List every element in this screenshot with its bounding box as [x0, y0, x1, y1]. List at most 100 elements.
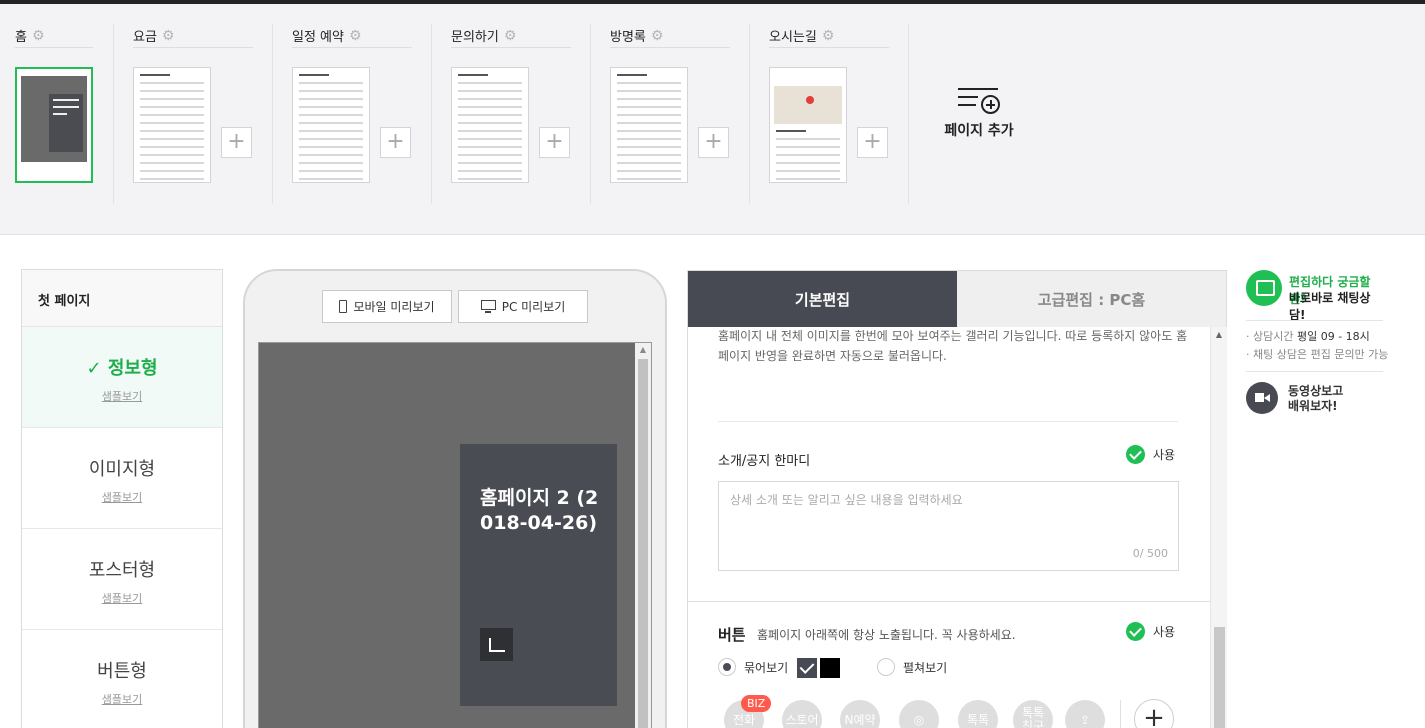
add-after-button[interactable]: +	[380, 127, 411, 158]
sample-link[interactable]: 샘플보기	[102, 489, 142, 505]
gear-icon[interactable]: ⚙	[822, 29, 836, 43]
page-thumbnail[interactable]	[769, 67, 847, 183]
biz-badge: BIZ	[741, 695, 772, 712]
monitor-icon	[480, 300, 496, 313]
intro-placeholder: 상세 소개 또는 알리고 싶은 내용을 입력하세요	[730, 493, 963, 507]
video-guide-link[interactable]: 동영상보고 배워보자!	[1288, 384, 1343, 414]
add-page-button[interactable]: 페이지 추가	[944, 88, 1014, 140]
talktalk-button[interactable]: 톡톡	[958, 700, 998, 728]
page-name: 일정 예약	[292, 30, 344, 45]
store-button[interactable]: 스토어	[782, 700, 822, 728]
page-card-reservation[interactable]: 일정 예약 ⚙ +	[292, 24, 412, 183]
hero-title: 홈페이지 2 (2018-04-26)	[480, 487, 599, 534]
video-camera-icon[interactable]	[1246, 382, 1278, 414]
button-section-title: 버튼	[718, 626, 746, 644]
color-swatch-black[interactable]	[820, 658, 840, 678]
editor-tabs: 기본편집 고급편집 : PC홈	[688, 271, 1226, 327]
check-circle-icon	[1126, 445, 1145, 464]
gear-icon[interactable]: ⚙	[349, 29, 363, 43]
gear-icon[interactable]: ⚙	[504, 29, 518, 43]
radio-grouped[interactable]: 묶어보기	[718, 658, 788, 676]
check-circle-icon	[1126, 622, 1145, 641]
phone-preview: 모바일 미리보기 PC 미리보기 홈페이지 2 (2018-04-26) ▲	[243, 269, 667, 728]
share-icon	[488, 637, 505, 652]
page-name: 문의하기	[451, 30, 499, 45]
add-button[interactable]: +	[1134, 699, 1174, 728]
page-thumbnail[interactable]	[451, 67, 529, 183]
sample-link[interactable]: 샘플보기	[102, 691, 142, 707]
divider	[272, 24, 273, 204]
page-name: 방명록	[610, 30, 646, 45]
page-thumbnail[interactable]	[15, 67, 93, 183]
page-name: 요금	[133, 30, 157, 45]
color-swatch-gray[interactable]	[797, 658, 817, 678]
divider	[908, 24, 909, 204]
n-reservation-button[interactable]: N예약	[840, 700, 880, 728]
button-use-toggle[interactable]: 사용	[1126, 622, 1175, 641]
phone-icon	[339, 300, 348, 313]
add-list-icon	[958, 88, 1000, 114]
location-pin-icon: ◎	[913, 712, 925, 727]
radio-expanded[interactable]: 펼쳐보기	[877, 658, 947, 676]
add-after-button[interactable]: +	[221, 127, 252, 158]
share-button[interactable]	[480, 628, 513, 661]
button-section-desc: 홈페이지 아래쪽에 항상 노출됩니다. 꼭 사용하세요.	[757, 628, 1016, 642]
page-thumbnail[interactable]	[610, 67, 688, 183]
panel-title: 첫 페이지	[22, 270, 222, 327]
intro-textarea[interactable]: 상세 소개 또는 알리고 싶은 내용을 입력하세요 0/ 500	[718, 481, 1179, 571]
divider	[1246, 320, 1383, 321]
page-thumbnail[interactable]	[292, 67, 370, 183]
tab-advanced-edit[interactable]: 고급편집 : PC홈	[957, 271, 1226, 327]
gear-icon[interactable]: ⚙	[651, 29, 665, 43]
page-name: 홈	[15, 30, 27, 45]
gear-icon[interactable]: ⚙	[162, 29, 176, 43]
gear-icon[interactable]: ⚙	[32, 29, 46, 43]
scroll-thumb[interactable]	[1214, 627, 1225, 728]
chat-icon[interactable]	[1246, 270, 1282, 306]
button-section: 버튼 홈페이지 아래쪽에 항상 노출됩니다. 꼭 사용하세요. 사용 묶어보기 …	[688, 601, 1210, 728]
page-card-price[interactable]: 요금 ⚙ +	[133, 24, 253, 183]
divider	[1120, 700, 1121, 728]
page-card-inquiry[interactable]: 문의하기 ⚙ +	[451, 24, 571, 183]
preview-screen[interactable]: 홈페이지 2 (2018-04-26) ▲	[258, 342, 652, 728]
intro-use-toggle[interactable]: 사용	[1126, 445, 1175, 464]
sample-link[interactable]: 샘플보기	[102, 590, 142, 606]
scroll-up-arrow[interactable]: ▲	[635, 343, 651, 357]
chat-subline[interactable]: 바로바로 채팅상담!	[1289, 289, 1386, 323]
chat-note: · 채팅 상담은 편집 문의만 가능	[1246, 348, 1389, 361]
check-icon: ✓	[86, 358, 102, 379]
type-item-poster[interactable]: 포스터형 샘플보기	[22, 529, 222, 630]
add-after-button[interactable]: +	[698, 127, 729, 158]
map-thumbnail	[774, 86, 842, 124]
scroll-up-arrow[interactable]: ▲	[1211, 327, 1227, 343]
tab-basic-edit[interactable]: 기본편집	[688, 271, 957, 327]
divider	[1246, 371, 1383, 372]
sample-link[interactable]: 샘플보기	[102, 388, 142, 404]
mobile-preview-button[interactable]: 모바일 미리보기	[322, 290, 452, 323]
gallery-description: 홈페이지 내 전체 이미지를 한번에 모아 보여주는 갤러리 기능입니다. 따로…	[718, 329, 1188, 363]
page-card-directions[interactable]: 오시는길 ⚙ +	[769, 24, 889, 183]
page-card-home[interactable]: 홈 ⚙	[15, 24, 93, 183]
editor-scrollbar[interactable]: ▲	[1210, 327, 1227, 728]
hero-card: 홈페이지 2 (2018-04-26)	[460, 444, 617, 706]
page-thumbnail[interactable]	[133, 67, 211, 183]
page-strip: 홈 ⚙ 요금 ⚙ + 일정 예약 ⚙ + 문의하기 ⚙ + 방명록 ⚙ + 오시는길 ⚙	[0, 4, 1425, 235]
talktalk-friend-button[interactable]: 톡톡 친구	[1013, 700, 1053, 728]
type-item-image[interactable]: 이미지형 샘플보기	[22, 428, 222, 529]
pc-preview-button[interactable]: PC 미리보기	[458, 290, 588, 323]
location-button[interactable]: ◎	[899, 700, 939, 728]
radio-selected-icon	[718, 658, 736, 676]
page-name: 오시는길	[769, 30, 817, 45]
add-after-button[interactable]: +	[539, 127, 570, 158]
share-circle-button[interactable]: ⇪	[1065, 700, 1105, 728]
page-card-guestbook[interactable]: 방명록 ⚙ +	[610, 24, 730, 183]
consult-hours: · 상담시간 평일 09 - 18시	[1246, 330, 1370, 343]
add-after-button[interactable]: +	[857, 127, 888, 158]
scroll-thumb[interactable]	[638, 359, 648, 728]
divider	[718, 421, 1178, 422]
type-item-info[interactable]: ✓ 정보형 샘플보기	[22, 327, 222, 428]
first-page-type-list: 첫 페이지 ✓ 정보형 샘플보기 이미지형 샘플보기 포스터형 샘플보기 버튼형…	[21, 269, 223, 728]
type-item-button[interactable]: 버튼형 샘플보기	[22, 630, 222, 728]
divider	[113, 24, 114, 204]
preview-scrollbar[interactable]: ▲	[635, 343, 651, 728]
